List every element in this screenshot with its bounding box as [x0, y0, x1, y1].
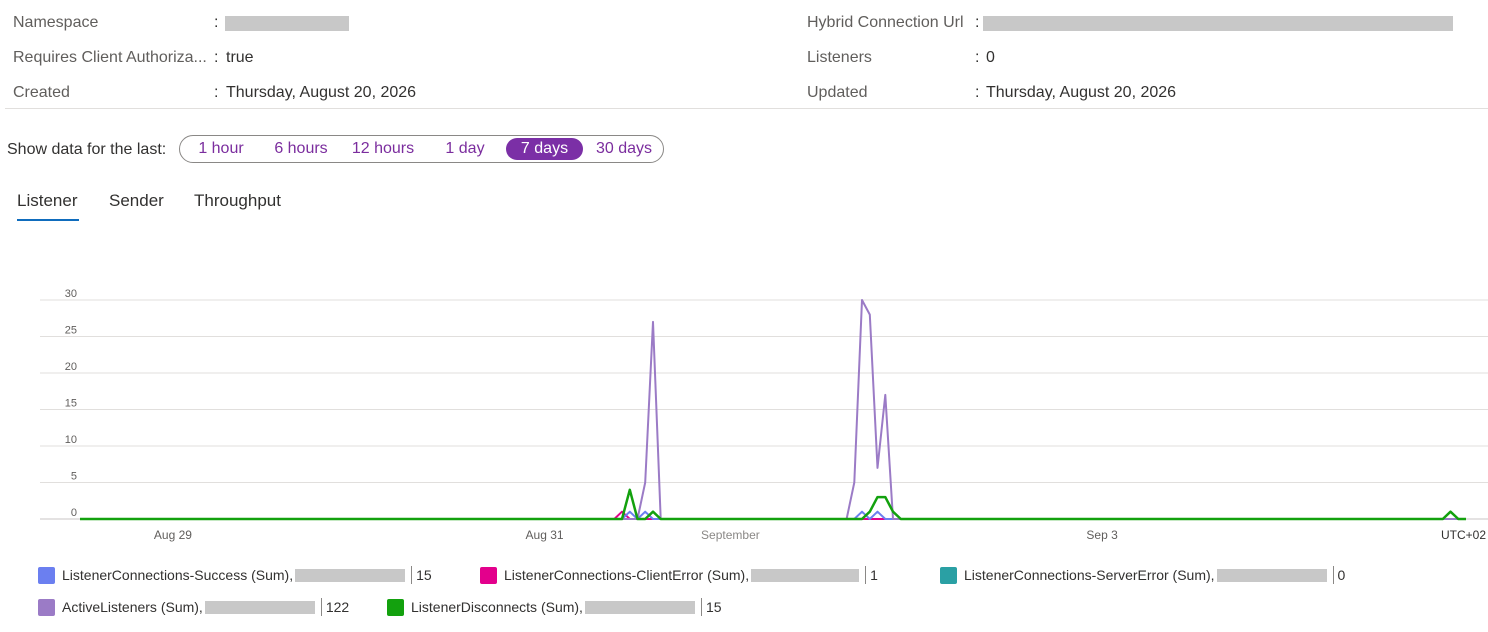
properties-divider	[5, 108, 1488, 109]
legend-total-active-listeners: 122	[325, 599, 350, 615]
range-option-1-hour[interactable]: 1 hour	[188, 138, 254, 160]
legend-total-connections-server-error: 0	[1337, 567, 1346, 583]
range-option-1-day[interactable]: 1 day	[432, 138, 498, 160]
legend-separator	[320, 598, 322, 616]
listener-line-chart: 0 5 10 15 20 25 30 Aug 29 Aug 31 September Sep 3 UT…	[40, 288, 1488, 542]
legend-redacted-listener-disconnects	[584, 600, 695, 614]
hybrid-url-value-redacted	[983, 16, 1453, 31]
legend-separator	[865, 566, 867, 584]
range-option-7-days[interactable]: 7 days	[506, 138, 583, 160]
namespace-label: Namespace	[13, 14, 99, 31]
series-line-listenerdisconnects	[80, 488, 1466, 521]
listeners-label: Listeners	[807, 49, 872, 66]
legend-swatch-listener-disconnects	[387, 598, 404, 616]
hybrid-url-colon: :	[975, 14, 980, 31]
client-auth-value: true	[226, 49, 254, 66]
client-auth-label: Requires Client Authoriza...	[13, 49, 207, 66]
created-label: Created	[13, 84, 70, 101]
x-tick-label: Sep 3	[1086, 528, 1118, 542]
time-range-label: Show data for the last:	[7, 141, 167, 158]
client-auth-colon: :	[214, 49, 219, 66]
legend-separator	[700, 598, 702, 616]
legend-total-connections-success: 15	[416, 567, 432, 583]
legend-label-connections-client-error: ListenerConnections-ClientError (Sum),	[504, 567, 750, 583]
legend-swatch-connections-success	[38, 566, 55, 584]
x-tick-label: Aug 29	[154, 528, 192, 542]
tab-sender[interactable]: Sender	[109, 191, 164, 211]
legend-swatch-connections-server-error	[940, 566, 957, 584]
legend-label-active-listeners: ActiveListeners (Sum),	[62, 599, 203, 615]
legend-swatch-connections-client-error	[480, 566, 497, 584]
legend-redacted-connections-success	[295, 568, 406, 582]
namespace-colon: :	[214, 14, 219, 31]
y-tick-label: 15	[65, 398, 77, 410]
created-value: Thursday, August 20, 2026	[226, 84, 417, 101]
legend-label-connections-server-error: ListenerConnections-ServerError (Sum),	[964, 567, 1215, 583]
namespace-value-redacted	[225, 16, 349, 31]
range-option-6-hours[interactable]: 6 hours	[264, 138, 338, 160]
legend-swatch-active-listeners	[38, 598, 55, 616]
legend-item-connections-success[interactable]: ListenerConnections-Success (Sum), 15	[38, 566, 432, 584]
legend-redacted-connections-server-error	[1216, 568, 1327, 582]
listeners-value: 0	[986, 49, 995, 66]
tab-listener-underline	[17, 219, 79, 221]
y-tick-label: 0	[71, 507, 77, 519]
legend-item-active-listeners[interactable]: ActiveListeners (Sum), 122	[38, 598, 349, 616]
y-tick-label: 10	[65, 434, 77, 446]
created-colon: :	[214, 84, 219, 101]
range-option-30-days[interactable]: 30 days	[588, 138, 660, 160]
y-tick-label: 30	[65, 288, 77, 300]
updated-colon: :	[975, 84, 980, 101]
y-tick-label: 25	[65, 325, 77, 337]
legend-redacted-connections-client-error	[751, 568, 860, 582]
legend-total-listener-disconnects: 15	[705, 599, 722, 615]
y-tick-label: 5	[71, 471, 77, 483]
legend-item-listener-disconnects[interactable]: ListenerDisconnects (Sum), 15	[387, 598, 722, 616]
updated-value: Thursday, August 20, 2026	[986, 84, 1177, 101]
listeners-colon: :	[975, 49, 980, 66]
tab-listener[interactable]: Listener	[17, 191, 77, 211]
range-option-12-hours[interactable]: 12 hours	[344, 138, 422, 160]
x-tick-label: Aug 31	[526, 528, 564, 542]
tab-throughput[interactable]: Throughput	[194, 191, 281, 211]
legend-separator	[1332, 566, 1334, 584]
y-tick-label: 20	[65, 361, 77, 373]
hybrid-url-label: Hybrid Connection Url	[807, 14, 964, 31]
legend-label-listener-disconnects: ListenerDisconnects (Sum),	[411, 599, 583, 615]
legend-redacted-active-listeners	[204, 600, 315, 614]
updated-label: Updated	[807, 84, 868, 101]
legend-item-connections-server-error[interactable]: ListenerConnections-ServerError (Sum), 0	[940, 566, 1345, 584]
timezone-label: UTC+02	[1441, 528, 1486, 542]
legend-item-connections-client-error[interactable]: ListenerConnections-ClientError (Sum), 1	[480, 566, 878, 584]
x-tick-label: September	[701, 528, 760, 542]
legend-separator	[411, 566, 413, 584]
legend-label-connections-success: ListenerConnections-Success (Sum),	[62, 567, 294, 583]
legend-total-connections-client-error: 1	[870, 567, 878, 583]
